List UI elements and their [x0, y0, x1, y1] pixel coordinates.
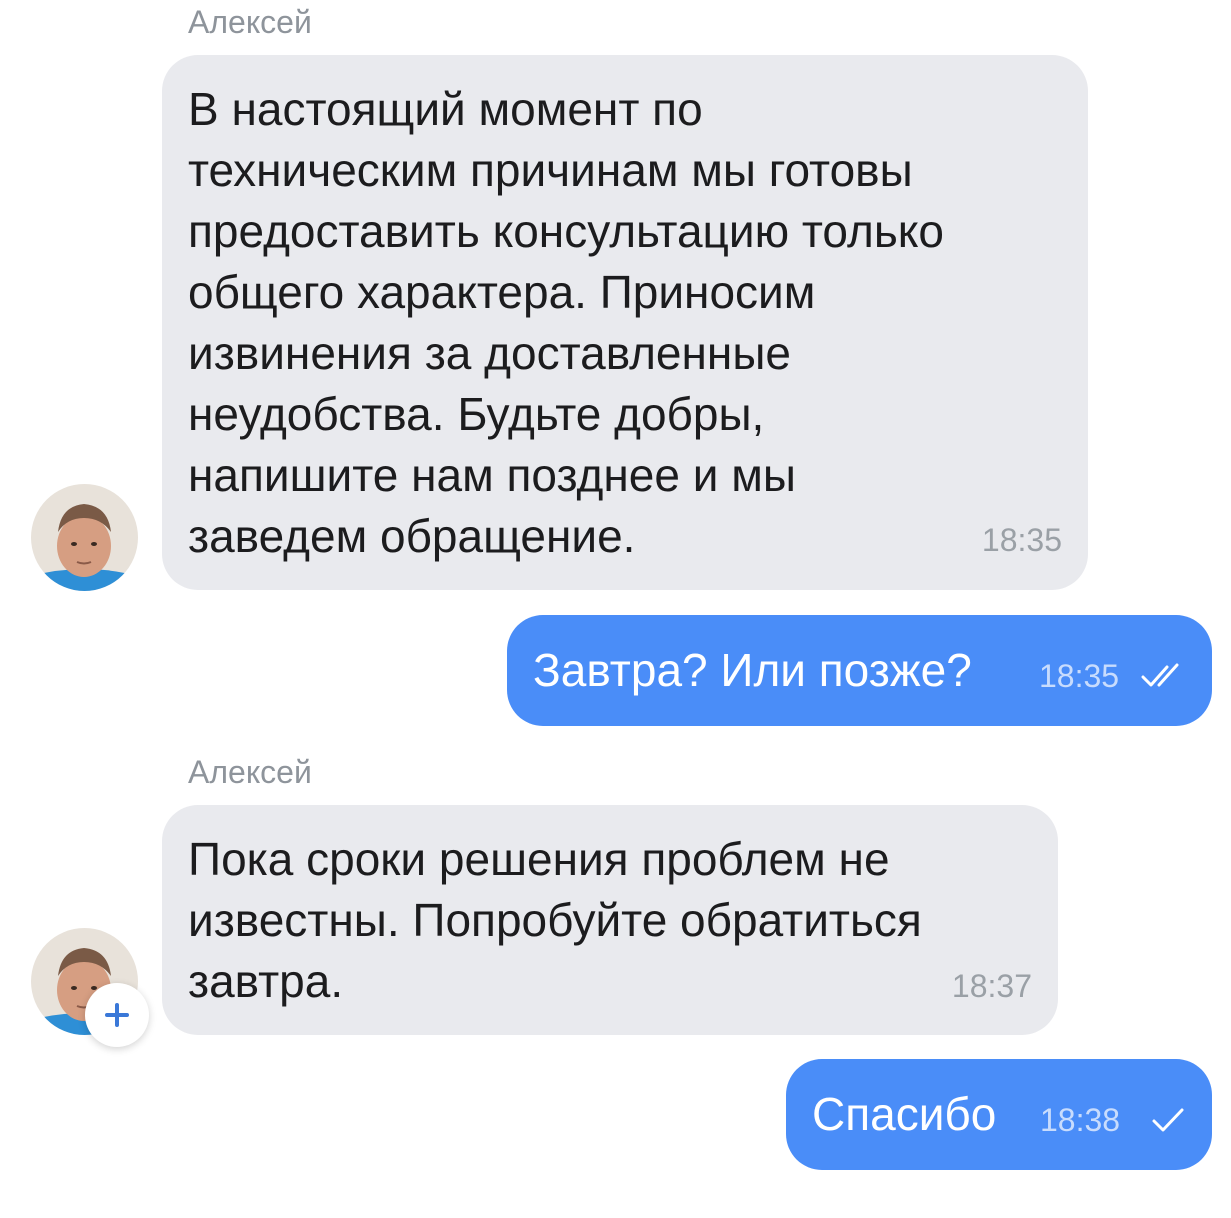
message-bubble-incoming[interactable]: Пока сроки решения проблем не известны. …	[162, 805, 1058, 1035]
message-bubble-incoming[interactable]: В настоящий момент по техническим причин…	[162, 55, 1088, 590]
chat-history: Алексей В настоящий момент по технически…	[0, 0, 1231, 1218]
sender-name: Алексей	[188, 4, 312, 40]
plus-icon	[105, 1003, 129, 1027]
message-text: В настоящий момент по техническим причин…	[188, 83, 945, 562]
message-bubble-outgoing[interactable]: Спасибо 18:38	[786, 1059, 1212, 1170]
message-text: Завтра? Или позже?	[533, 644, 972, 696]
check-icon	[1152, 1108, 1184, 1132]
message-time: 18:37	[951, 968, 1032, 1004]
message-time: 18:35	[981, 522, 1062, 558]
sender-name: Алексей	[188, 754, 312, 790]
message-text: Пока сроки решения проблем не известны. …	[188, 833, 922, 1007]
avatar[interactable]	[31, 484, 138, 591]
message-text: Спасибо	[812, 1088, 997, 1140]
avatar-photo	[31, 484, 138, 591]
add-contact-button[interactable]	[85, 983, 149, 1047]
double-check-icon	[1141, 663, 1179, 687]
message-bubble-outgoing[interactable]: Завтра? Или позже? 18:35	[507, 615, 1212, 726]
message-time: 18:35	[1039, 658, 1120, 694]
message-time: 18:38	[1040, 1102, 1121, 1138]
